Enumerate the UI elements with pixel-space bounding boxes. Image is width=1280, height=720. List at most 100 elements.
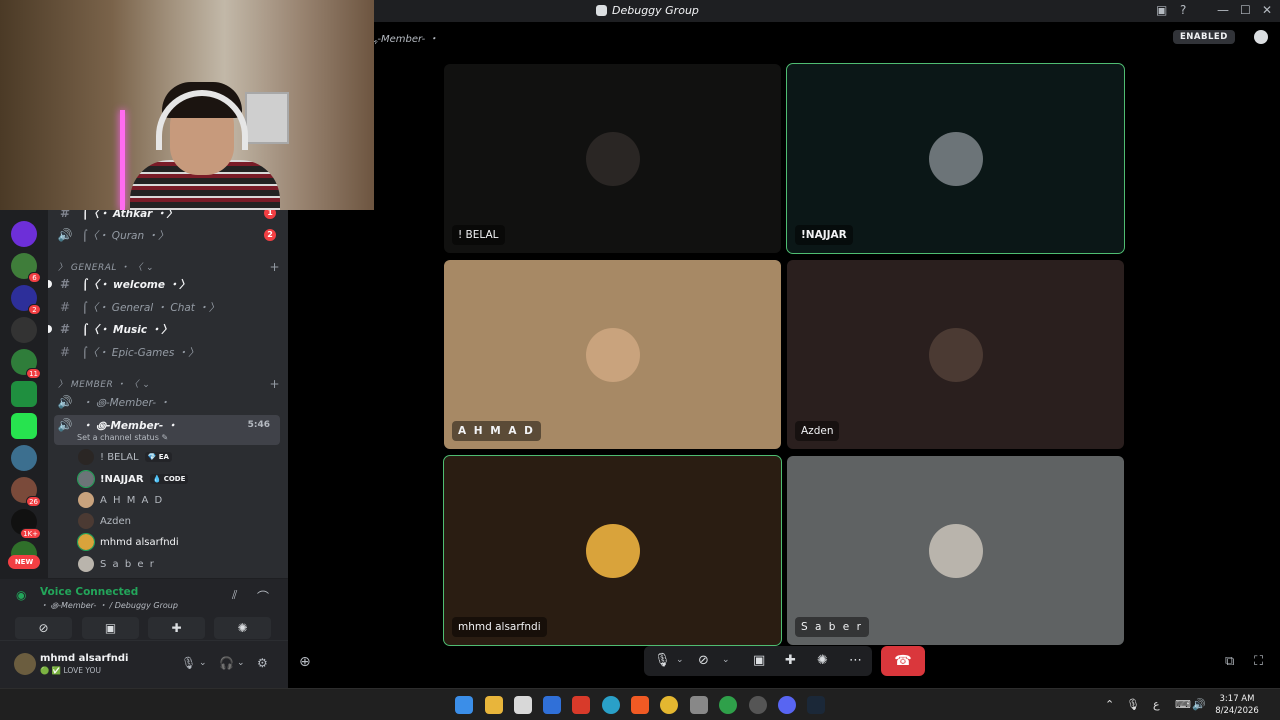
help-icon[interactable]: ? <box>1180 3 1186 17</box>
microphone-icon[interactable]: 🎙 <box>1126 698 1140 711</box>
volume-icon[interactable]: 🔊 <box>1192 698 1206 711</box>
clock[interactable]: 3:17 AM 8/24/2026 <box>1205 693 1269 717</box>
category-member[interactable]: 〉 MEMBER ・ 〈 ⌄ + <box>58 377 280 391</box>
store-icon[interactable] <box>514 696 532 714</box>
app-icon[interactable] <box>543 696 561 714</box>
server-icon[interactable] <box>11 221 37 247</box>
new-badge: NEW <box>8 555 40 569</box>
video-tile[interactable]: S a b e r <box>787 456 1124 645</box>
screen-share-icon[interactable]: ▣ <box>753 653 765 668</box>
video-tile[interactable]: ! BELAL <box>444 64 781 253</box>
chevron-down-icon[interactable]: ⌄ <box>722 655 730 665</box>
discord-logo-icon <box>596 5 607 16</box>
fullscreen-icon[interactable]: ⛶ <box>1254 654 1263 669</box>
signal-icon[interactable]: ◉ <box>16 588 26 602</box>
steam-icon[interactable] <box>807 696 825 714</box>
file-explorer-icon[interactable] <box>485 696 503 714</box>
category-general[interactable]: 〉 GENERAL ・ 〈 ⌄ + <box>58 260 280 274</box>
chevron-down-icon[interactable]: ⌄ <box>199 658 207 668</box>
enabled-badge[interactable]: ENABLED <box>1173 30 1235 44</box>
chevron-down-icon[interactable]: ⌄ <box>237 658 245 668</box>
app-icon[interactable] <box>572 696 590 714</box>
avatar <box>78 556 94 572</box>
server-icon[interactable]: 2 <box>11 285 41 315</box>
user-panel: mhmd alsarfndi 🟢 ✅ LOVE YOU 🎙 ⌄ 🎧 ⌄ ⚙ <box>0 641 288 688</box>
language-indicator[interactable]: ع <box>1153 698 1160 711</box>
voice-member[interactable]: S a b e r <box>78 555 155 573</box>
server-icon[interactable] <box>11 317 37 343</box>
minimize-button[interactable]: — <box>1217 3 1229 17</box>
camera-off-icon[interactable]: ⊘ <box>698 653 709 668</box>
phone-hangup-icon: ☎ <box>894 653 912 669</box>
inbox-icon[interactable]: ▣ <box>1156 3 1167 17</box>
channel-music[interactable]: # ⌠〈・ Music ・〉 <box>48 319 280 339</box>
camera-icon[interactable] <box>690 696 708 714</box>
channel-epic-games[interactable]: # ⌠〈・ Epic-Games ・〉 <box>48 342 280 362</box>
avatar <box>929 524 983 578</box>
tile-name: !NAJJAR <box>795 225 853 245</box>
voice-member[interactable]: Azden <box>78 512 131 530</box>
chevron-down-icon[interactable]: ⌄ <box>676 655 684 665</box>
more-options-icon[interactable]: ⋯ <box>849 653 862 668</box>
edge-icon[interactable] <box>602 696 620 714</box>
soundboard-icon[interactable]: ✺ <box>817 653 828 668</box>
avatar <box>77 470 95 488</box>
avatar[interactable] <box>14 653 36 675</box>
network-icon[interactable]: ⌨ <box>1175 698 1191 711</box>
video-tile[interactable]: mhmd alsarfndi <box>443 455 782 646</box>
close-button[interactable]: ✕ <box>1262 3 1272 17</box>
activities-button[interactable]: ✚ <box>148 617 205 639</box>
windows-taskbar: ⌃ 🎙 ع ⌨ 🔊 3:17 AM 8/24/2026 <box>0 688 1280 720</box>
soundboard-button[interactable]: ✺ <box>214 617 271 639</box>
server-icon[interactable]: 6 <box>11 253 41 283</box>
server-icon[interactable] <box>11 381 37 407</box>
tile-name: Azden <box>795 421 840 441</box>
microphone-icon[interactable]: 🎙 <box>654 653 671 668</box>
voice-member[interactable]: !NAJJAR 💧 CODE <box>77 470 189 488</box>
video-tile[interactable]: A H M A D <box>444 260 781 449</box>
obs-icon[interactable] <box>749 696 767 714</box>
voice-timer: 5:46 <box>247 420 270 430</box>
windows-start-icon[interactable] <box>455 696 473 714</box>
voice-connected-subtitle[interactable]: ・ ꩜-Member- ・ / Debuggy Group <box>40 599 178 611</box>
add-user-icon[interactable]: ⊕ <box>299 654 311 670</box>
voice-channel-member[interactable]: 🔊 ・ ꩜-Member- ・ <box>48 392 280 412</box>
chevron-up-icon[interactable]: ⌃ <box>1105 698 1114 711</box>
server-icon[interactable]: 11 <box>11 349 41 379</box>
headphones-icon[interactable]: 🎧 <box>219 656 234 670</box>
channel-general-chat[interactable]: # ⌠〈・ General ・ Chat ・〉 <box>48 297 280 317</box>
leave-call-button[interactable]: ☎ <box>881 646 925 676</box>
voice-member[interactable]: A H M A D <box>78 491 164 509</box>
pop-out-icon[interactable]: ⧉ <box>1225 654 1234 669</box>
microphone-icon[interactable]: 🎙 <box>181 656 196 670</box>
screen-share-button[interactable]: ▣ <box>82 617 139 639</box>
video-tile[interactable]: !NAJJAR <box>786 63 1125 254</box>
discord-icon[interactable] <box>778 696 796 714</box>
server-icon[interactable] <box>11 445 37 471</box>
server-icon[interactable]: 1K+ <box>11 509 41 539</box>
add-channel-icon[interactable]: + <box>269 260 280 274</box>
channel-quran[interactable]: 🔊 ⌠〈・ Quran ・〉 2 <box>48 225 280 245</box>
ring-light <box>120 110 125 210</box>
channel-welcome[interactable]: # ⌠〈・ welcome ・〉 <box>48 274 280 294</box>
gear-icon[interactable]: ⚙ <box>257 656 268 670</box>
chat-bubble-icon[interactable] <box>1254 30 1268 44</box>
voice-channel-member-active[interactable]: 🔊 ・ ꩜-Member- ・ 5:46 <box>48 415 280 435</box>
maximize-button[interactable]: ☐ <box>1240 3 1251 17</box>
video-tile[interactable]: Azden <box>787 260 1124 449</box>
brave-icon[interactable] <box>631 696 649 714</box>
camera-off-button[interactable]: ⊘ <box>15 617 72 639</box>
voice-member[interactable]: ! BELAL 💎 EA <box>78 448 172 466</box>
voice-member[interactable]: mhmd alsarfndi <box>77 533 179 551</box>
noise-suppression-icon[interactable]: ⫽ <box>232 588 237 603</box>
disconnect-icon[interactable]: ⌒ <box>257 588 269 605</box>
chrome-icon[interactable] <box>660 696 678 714</box>
avatar <box>929 328 983 382</box>
upwork-icon[interactable] <box>719 696 737 714</box>
activities-icon[interactable]: ✚ <box>785 653 796 668</box>
server-icon[interactable]: 26 <box>11 477 41 507</box>
set-channel-status[interactable]: Set a channel status ✎ <box>77 433 168 442</box>
kick-server-icon[interactable] <box>11 413 37 439</box>
add-channel-icon[interactable]: + <box>269 377 280 391</box>
tile-name: ! BELAL <box>452 225 505 245</box>
